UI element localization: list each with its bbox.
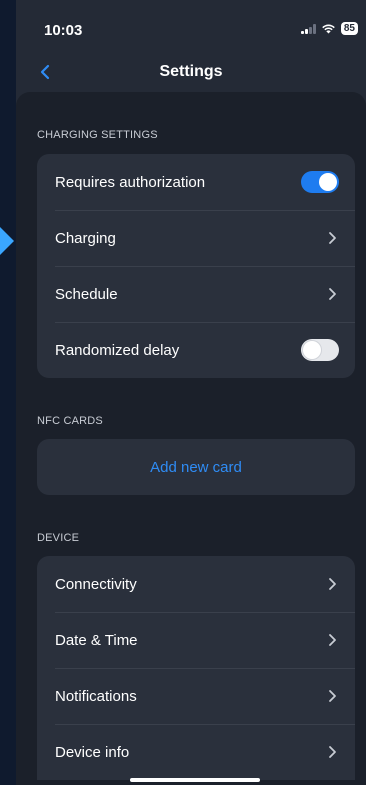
chevron-right-icon: [329, 690, 336, 702]
settings-sheet: CHARGING SETTINGS Requires authorization…: [16, 92, 366, 785]
nfc-cards-group: Add new card: [37, 439, 355, 495]
row-connectivity[interactable]: Connectivity: [37, 556, 355, 612]
row-label: Connectivity: [55, 575, 137, 593]
left-background: [0, 0, 16, 785]
chevron-right-icon: [329, 634, 336, 646]
row-notifications[interactable]: Notifications: [37, 668, 355, 724]
status-icons: 85: [300, 22, 358, 35]
home-indicator[interactable]: [130, 778, 260, 782]
row-schedule[interactable]: Schedule: [37, 266, 355, 322]
row-device-info[interactable]: Device info: [37, 724, 355, 780]
add-new-card-button[interactable]: Add new card: [37, 439, 355, 495]
row-label: Requires authorization: [55, 173, 206, 191]
pointer-arrow-icon: [0, 227, 14, 255]
page-title: Settings: [159, 63, 223, 80]
toggle-knob: [319, 173, 337, 191]
chevron-right-icon: [329, 232, 336, 244]
row-date-time[interactable]: Date & Time: [37, 612, 355, 668]
chevron-right-icon: [329, 578, 336, 590]
toggle-knob: [303, 341, 321, 359]
device-group: Connectivity Date & Time Notifications D…: [37, 556, 355, 780]
row-randomized-delay[interactable]: Randomized delay: [37, 322, 355, 378]
section-header-charging-settings: CHARGING SETTINGS: [37, 129, 158, 141]
row-label: Randomized delay: [55, 341, 180, 359]
wifi-icon: [321, 23, 336, 34]
charging-settings-group: Requires authorization Charging Schedule…: [37, 154, 355, 378]
row-label: Charging: [55, 229, 116, 247]
row-label: Notifications: [55, 687, 137, 705]
requires-authorization-toggle[interactable]: [301, 171, 339, 193]
section-header-nfc-cards: NFC CARDS: [37, 415, 103, 427]
phone-screen: 10:03 85 Settings CHARGING SETTINGS Requ…: [16, 0, 366, 785]
randomized-delay-toggle[interactable]: [301, 339, 339, 361]
row-requires-authorization[interactable]: Requires authorization: [37, 154, 355, 210]
row-label: Device info: [55, 743, 130, 761]
row-label: Date & Time: [55, 631, 138, 649]
row-charging[interactable]: Charging: [37, 210, 355, 266]
battery-icon: 85: [340, 22, 358, 35]
section-header-device: DEVICE: [37, 532, 80, 544]
chevron-right-icon: [329, 746, 336, 758]
cellular-signal-icon: [300, 23, 316, 34]
status-bar: 10:03 85: [16, 0, 366, 50]
status-time: 10:03: [44, 22, 83, 39]
chevron-right-icon: [329, 288, 336, 300]
row-label: Schedule: [55, 285, 118, 303]
nav-bar: Settings: [16, 50, 366, 94]
